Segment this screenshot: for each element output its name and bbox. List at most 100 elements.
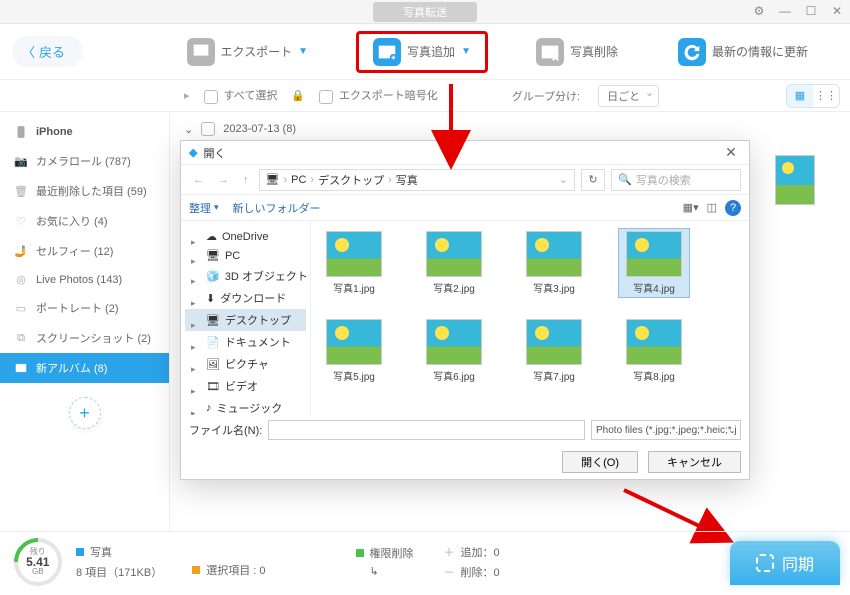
- select-all-label: すべて選択: [224, 90, 278, 102]
- tree-item[interactable]: ▸🖥デスクトップ: [185, 309, 306, 331]
- sidebar-item-label: 最近削除した項目 (59): [36, 183, 147, 199]
- sidebar-item-active[interactable]: 新アルバム (8): [0, 353, 169, 383]
- sidebar-item[interactable]: 📷カメラロール (787): [0, 146, 169, 176]
- maximize-icon[interactable]: ☐: [802, 2, 820, 20]
- file-item[interactable]: 写真1.jpg: [319, 229, 389, 297]
- status-footer: 残り 5.41 GB 写真 8 項目（171KB） 選択項目 : 0 権限削除 …: [0, 531, 850, 591]
- refresh-button[interactable]: 最新の情報に更新: [666, 32, 820, 72]
- folder-icon: ☁: [206, 230, 217, 243]
- dialog-app-icon: ◆: [189, 146, 197, 159]
- sidebar-icon: ⧉: [14, 332, 28, 345]
- list-view-icon[interactable]: ⋮⋮: [813, 85, 839, 107]
- preview-pane-icon[interactable]: ◫: [707, 201, 717, 214]
- view-mode-icon[interactable]: ▦▾: [683, 201, 699, 214]
- folder-icon: ♪: [206, 402, 212, 414]
- tree-item[interactable]: ▸🧊3D オブジェクト: [185, 265, 306, 287]
- filetype-filter[interactable]: Photo files (*.jpg;*.jpeg;*.heic;*.j: [591, 420, 741, 440]
- sidebar-item[interactable]: ◎Live Photos (143): [0, 266, 169, 293]
- group-checkbox[interactable]: [201, 122, 215, 136]
- folder-icon: 🎞: [206, 380, 220, 393]
- group-date-label: 2023-07-13 (8): [223, 123, 296, 135]
- group-select[interactable]: 日ごと: [598, 85, 659, 107]
- sidebar-item[interactable]: ♡お気に入り (4): [0, 206, 169, 236]
- encrypt-label: エクスポート暗号化: [339, 90, 438, 102]
- crumb[interactable]: デスクトップ: [318, 172, 384, 188]
- image-thumbnail: [326, 319, 382, 365]
- reload-icon[interactable]: ↻: [581, 169, 605, 191]
- select-all-checkbox[interactable]: [204, 90, 218, 104]
- help-icon[interactable]: ?: [725, 200, 741, 216]
- delete-photo-button[interactable]: 写真削除: [524, 32, 630, 72]
- tree-item[interactable]: ▸⬇ダウンロード: [185, 287, 306, 309]
- sync-icon: [756, 554, 774, 572]
- photos-detail: 8 項目（171KB）: [76, 564, 162, 580]
- tree-item[interactable]: ▸🖥PC: [185, 246, 306, 265]
- device-header[interactable]: iPhone: [0, 118, 169, 146]
- cancel-button[interactable]: キャンセル: [648, 451, 741, 473]
- file-name: 写真6.jpg: [433, 368, 475, 383]
- dialog-close-icon[interactable]: ✕: [721, 144, 741, 161]
- date-group-header[interactable]: ⌄ 2023-07-13 (8): [184, 122, 836, 136]
- add-photo-label: 写真追加: [407, 43, 455, 60]
- file-item[interactable]: 写真2.jpg: [419, 229, 489, 297]
- file-item[interactable]: 写真5.jpg: [319, 317, 389, 385]
- crumb[interactable]: 写真: [396, 172, 418, 188]
- new-folder-button[interactable]: 新しいフォルダー: [233, 200, 321, 216]
- organize-menu[interactable]: 整理▾: [189, 200, 219, 216]
- search-input[interactable]: 🔍 写真の検索: [611, 169, 741, 191]
- sync-button[interactable]: 同期: [730, 541, 840, 585]
- photo-thumbnail-peek: [775, 155, 815, 205]
- tree-item[interactable]: ▸♪ミュージック: [185, 397, 306, 415]
- file-item[interactable]: 写真3.jpg: [519, 229, 589, 297]
- sidebar-item[interactable]: ▭ポートレート (2): [0, 293, 169, 323]
- gear-icon[interactable]: ⚙: [750, 2, 768, 20]
- sidebar-item[interactable]: ⧉スクリーンショット (2): [0, 323, 169, 353]
- grid-view-icon[interactable]: ▦: [787, 85, 813, 107]
- sidebar-item-label: カメラロール (787): [36, 153, 131, 169]
- close-icon[interactable]: ✕: [828, 2, 846, 20]
- path-breadcrumb[interactable]: 🖥› PC› デスクトップ› 写真 ⌄: [259, 169, 576, 191]
- minimize-icon[interactable]: ―: [776, 2, 794, 20]
- dialog-title: 開く: [203, 145, 225, 161]
- group-label: グループ分け:: [512, 88, 580, 104]
- file-item[interactable]: 写真7.jpg: [519, 317, 589, 385]
- refresh-icon: [678, 38, 706, 66]
- back-button[interactable]: 〈 戻る: [12, 36, 83, 67]
- open-button[interactable]: 開く(O): [562, 451, 638, 473]
- album-icon: [14, 361, 28, 375]
- tree-item[interactable]: ▸☁OneDrive: [185, 227, 306, 246]
- export-button[interactable]: エクスポート ▼: [175, 32, 321, 72]
- folder-icon: 📄: [206, 336, 220, 349]
- sidebar-item[interactable]: 🤳セルフィー (12): [0, 236, 169, 266]
- file-item[interactable]: 写真8.jpg: [619, 317, 689, 385]
- nav-back-icon[interactable]: ←: [189, 174, 208, 186]
- encrypt-checkbox[interactable]: [319, 90, 333, 104]
- tree-item[interactable]: ▸📄ドキュメント: [185, 331, 306, 353]
- search-icon: 🔍: [618, 173, 632, 186]
- crumb[interactable]: PC: [291, 174, 306, 186]
- file-open-dialog: ◆ 開く ✕ ← → ↑ 🖥› PC› デスクトップ› 写真 ⌄ ↻ 🔍 写真の…: [180, 140, 750, 480]
- image-thumbnail: [426, 231, 482, 277]
- window-title: 写真転送: [373, 2, 477, 22]
- pc-icon: 🖥: [266, 173, 280, 186]
- nav-up-icon[interactable]: ↑: [239, 174, 253, 186]
- file-item[interactable]: 写真6.jpg: [419, 317, 489, 385]
- tree-item[interactable]: ▸🖼ピクチャ: [185, 353, 306, 375]
- add-album-button[interactable]: +: [69, 397, 101, 429]
- filename-input[interactable]: [268, 420, 585, 440]
- device-label: iPhone: [36, 126, 73, 138]
- tree-item[interactable]: ▸🎞ビデオ: [185, 375, 306, 397]
- file-name: 写真4.jpg: [633, 280, 675, 295]
- folder-icon: ⬇: [206, 292, 215, 305]
- nav-forward-icon[interactable]: →: [214, 174, 233, 186]
- storage-gauge: 残り 5.41 GB: [4, 528, 72, 595]
- filter-bar: ▸ すべて選択 🔒 エクスポート暗号化 グループ分け: 日ごと ▦ ⋮⋮: [0, 80, 850, 112]
- titlebar: 写真転送 ⚙ ― ☐ ✕: [0, 0, 850, 24]
- file-name: 写真5.jpg: [333, 368, 375, 383]
- expand-row-icon[interactable]: ▸: [184, 89, 190, 102]
- sidebar-item[interactable]: 🗑最近削除した項目 (59): [0, 176, 169, 206]
- file-item[interactable]: 写真4.jpg: [619, 229, 689, 297]
- add-photo-button[interactable]: 写真追加 ▼: [356, 31, 488, 73]
- gauge-value: 5.41: [26, 556, 49, 568]
- chevron-down-icon[interactable]: ⌄: [559, 173, 568, 186]
